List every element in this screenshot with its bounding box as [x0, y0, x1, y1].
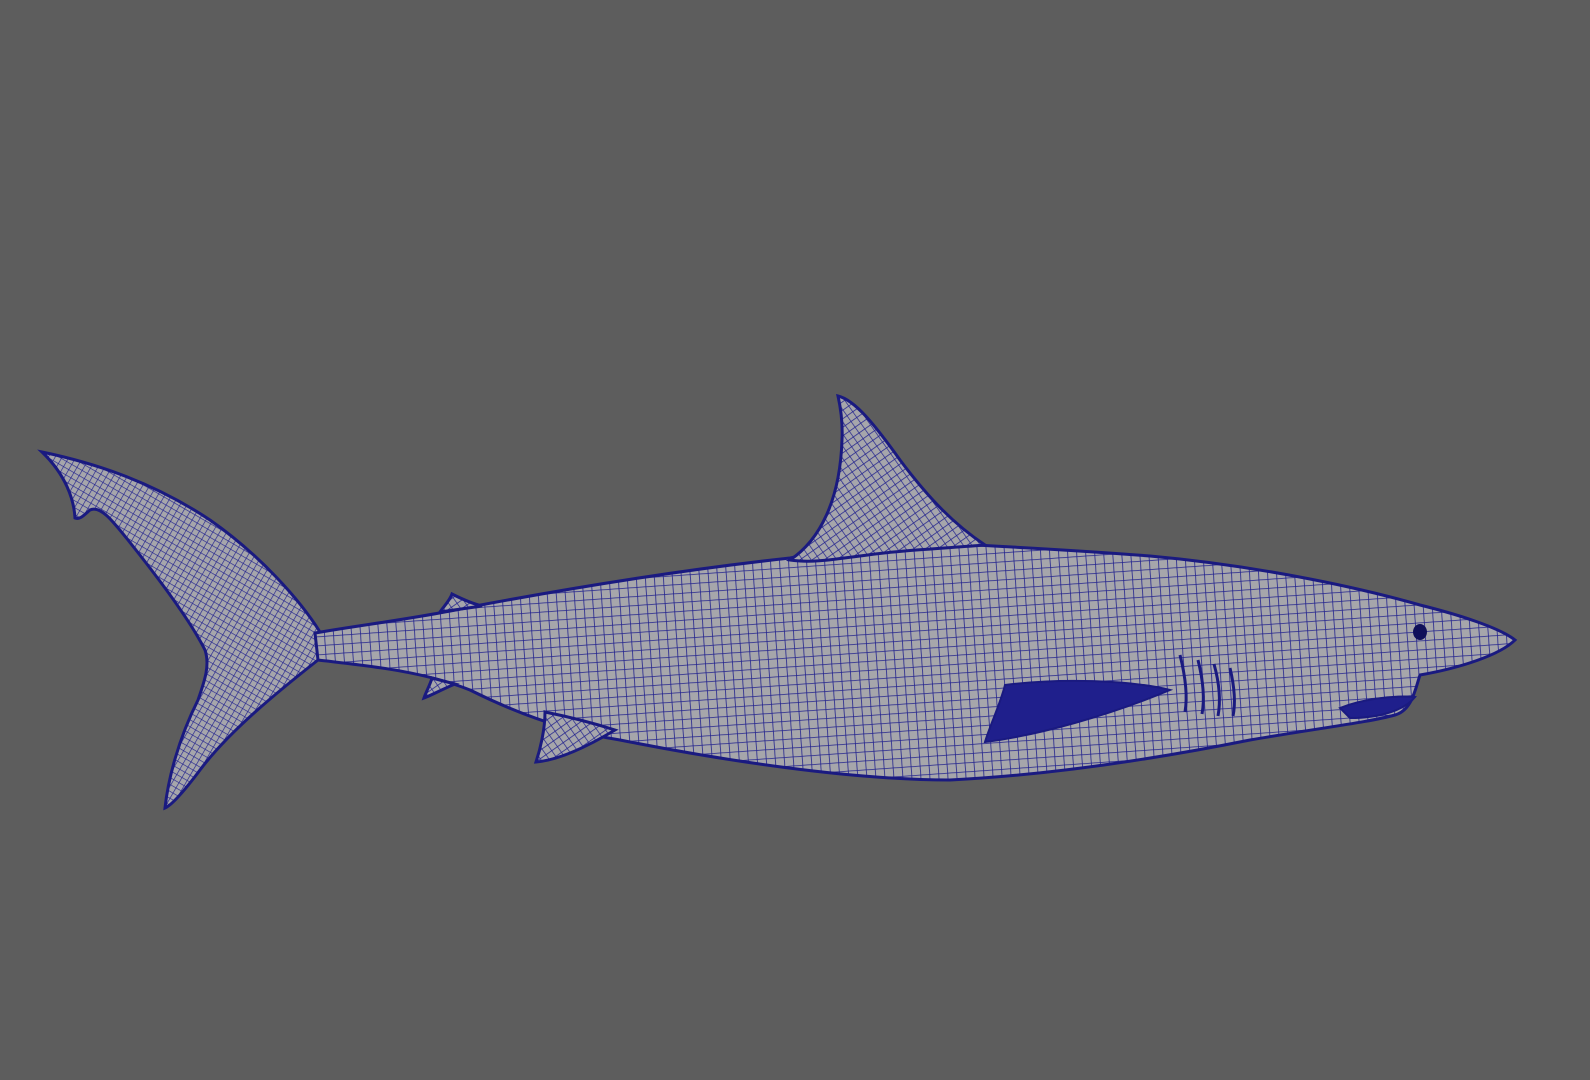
viewport-canvas[interactable] [0, 0, 1590, 1080]
shark-dorsal-fin[interactable] [785, 393, 990, 563]
shark-body[interactable] [313, 538, 1518, 782]
shark-caudal-fin[interactable] [37, 449, 322, 811]
shark-model[interactable] [37, 393, 1518, 811]
shark-eye [1413, 624, 1427, 640]
3d-viewport[interactable] [0, 0, 1590, 1080]
